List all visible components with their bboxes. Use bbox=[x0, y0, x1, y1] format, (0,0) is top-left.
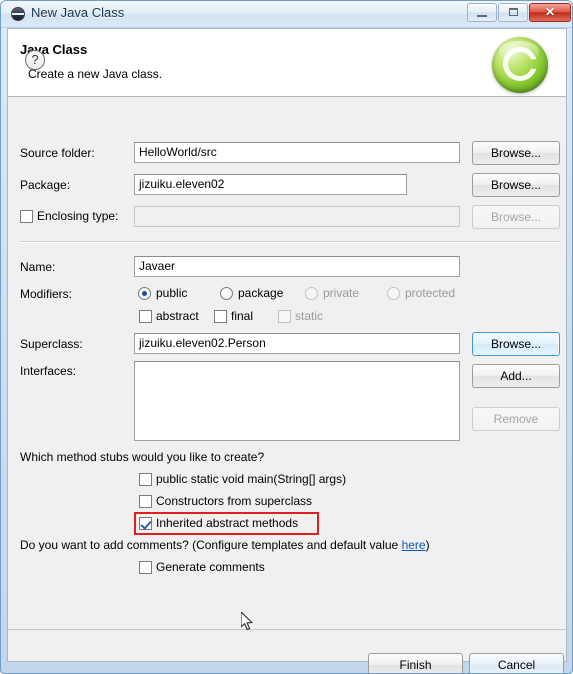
comments-question-prefix: Do you want to add comments? (Configure … bbox=[20, 538, 402, 552]
java-class-banner-icon bbox=[492, 37, 548, 93]
stub-label-inherited-abstract-methods: Inherited abstract methods bbox=[156, 516, 299, 530]
stub-label-constructors-from-superclass: Constructors from superclass bbox=[156, 494, 313, 508]
source-folder-browse-button[interactable]: Browse... bbox=[472, 141, 560, 165]
comments-question-suffix: ) bbox=[425, 538, 430, 552]
interfaces-remove-button[interactable]: Remove bbox=[472, 407, 560, 431]
modifier-checkbox-abstract[interactable] bbox=[139, 310, 152, 323]
package-input[interactable]: jizuiku.eleven02 bbox=[134, 174, 407, 195]
page-subtitle: Create a new Java class. bbox=[28, 67, 163, 81]
stub-checkbox-inherited-abstract-methods[interactable] bbox=[139, 517, 152, 530]
modifier-checkbox-static[interactable] bbox=[278, 310, 291, 323]
interfaces-label: Interfaces: bbox=[20, 364, 77, 378]
source-folder-label: Source folder: bbox=[20, 146, 95, 160]
stub-label-main-method: public static void main(String[] args) bbox=[156, 472, 347, 486]
mouse-cursor bbox=[240, 611, 255, 632]
modifier-label-protected: protected bbox=[405, 286, 456, 300]
modifier-radio-private[interactable] bbox=[305, 287, 318, 300]
modifier-radio-package[interactable] bbox=[220, 287, 233, 300]
modifier-radio-public[interactable] bbox=[138, 287, 151, 300]
name-input[interactable]: Javaer bbox=[134, 256, 460, 277]
modifiers-label: Modifiers: bbox=[20, 287, 73, 301]
new-java-class-dialog: New Java Class ✕ Java Class Create a new… bbox=[0, 0, 573, 674]
source-folder-input[interactable]: HelloWorld/src bbox=[134, 142, 460, 163]
wizard-header: Java Class Create a new Java class. bbox=[8, 29, 566, 97]
modifier-label-public: public bbox=[156, 286, 188, 300]
java-class-icon bbox=[11, 7, 25, 21]
configure-templates-link[interactable]: here bbox=[402, 538, 426, 552]
enclosing-type-input[interactable] bbox=[134, 206, 460, 227]
superclass-browse-button[interactable]: Browse... bbox=[472, 332, 560, 356]
modifier-label-static: static bbox=[295, 309, 324, 323]
superclass-label: Superclass: bbox=[20, 337, 83, 351]
modifier-label-private: private bbox=[323, 286, 360, 300]
maximize-button[interactable] bbox=[498, 3, 528, 22]
minimize-button[interactable] bbox=[467, 3, 497, 22]
name-label: Name: bbox=[20, 260, 56, 274]
modifier-label-package: package bbox=[238, 286, 284, 300]
cancel-button[interactable]: Cancel bbox=[469, 653, 564, 673]
close-button[interactable]: ✕ bbox=[529, 3, 571, 22]
superclass-input[interactable]: jizuiku.eleven02.Person bbox=[134, 333, 460, 354]
modifier-label-abstract: abstract bbox=[156, 309, 199, 323]
modifier-checkbox-final[interactable] bbox=[214, 310, 227, 323]
package-browse-button[interactable]: Browse... bbox=[472, 173, 560, 197]
interfaces-listbox[interactable] bbox=[134, 361, 460, 441]
interfaces-add-button[interactable]: Add... bbox=[472, 364, 560, 388]
enclosing-type-checkbox[interactable] bbox=[20, 210, 33, 223]
window-title: New Java Class bbox=[31, 5, 125, 20]
wizard-content: Source folder: HelloWorld/src Browse... … bbox=[8, 98, 566, 628]
separator-1 bbox=[20, 241, 560, 243]
stub-checkbox-main-method[interactable] bbox=[139, 473, 152, 486]
finish-button[interactable]: Finish bbox=[368, 653, 463, 673]
stub-checkbox-constructors-from-superclass[interactable] bbox=[139, 495, 152, 508]
enclosing-type-label: Enclosing type: bbox=[37, 209, 119, 223]
generate-comments-checkbox[interactable] bbox=[139, 561, 152, 574]
comments-question: Do you want to add comments? (Configure … bbox=[20, 538, 430, 552]
help-icon[interactable]: ? bbox=[25, 50, 45, 70]
modifier-radio-protected[interactable] bbox=[387, 287, 400, 300]
title-bar[interactable]: New Java Class ✕ bbox=[1, 1, 572, 28]
generate-comments-label: Generate comments bbox=[156, 560, 265, 574]
package-label: Package: bbox=[20, 178, 71, 192]
dialog-body: Java Class Create a new Java class. Sour… bbox=[7, 28, 567, 673]
modifier-label-final: final bbox=[231, 309, 254, 323]
method-stubs-question: Which method stubs would you like to cre… bbox=[20, 450, 265, 464]
enclosing-type-browse-button[interactable]: Browse... bbox=[472, 205, 560, 229]
